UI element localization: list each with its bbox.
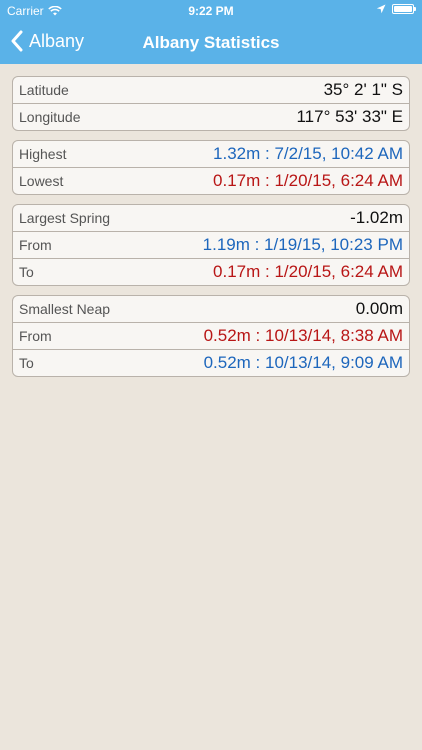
largest-spring-from-row: From 1.19m : 1/19/15, 10:23 PM	[13, 232, 409, 259]
longitude-row: Longitude 117° 53' 33" E	[13, 104, 409, 130]
longitude-value: 117° 53' 33" E	[296, 107, 403, 126]
smallest-neap-group: Smallest Neap 0.00m From 0.52m : 10/13/1…	[12, 295, 410, 377]
latitude-label: Latitude	[19, 82, 69, 98]
largest-spring-to-label: To	[19, 264, 34, 280]
smallest-neap-from-row: From 0.52m : 10/13/14, 8:38 AM	[13, 323, 409, 350]
largest-spring-label: Largest Spring	[19, 210, 111, 226]
smallest-neap-to-value: 0.52m : 10/13/14, 9:09 AM	[203, 353, 403, 372]
status-time: 9:22 PM	[188, 4, 234, 18]
smallest-neap-value: 0.00m	[355, 299, 403, 318]
largest-spring-from-value: 1.19m : 1/19/15, 10:23 PM	[202, 235, 403, 254]
battery-icon	[392, 4, 416, 14]
smallest-neap-to-row: To 0.52m : 10/13/14, 9:09 AM	[13, 350, 409, 376]
largest-spring-row: Largest Spring -1.02m	[13, 205, 409, 232]
latitude-value: 35° 2' 1" S	[323, 80, 403, 99]
location-arrow-icon	[376, 4, 386, 14]
extremes-group: Highest 1.32m : 7/2/15, 10:42 AM Lowest …	[12, 140, 410, 195]
right-status	[376, 4, 416, 14]
status-bar: Carrier 9:22 PM	[0, 0, 422, 22]
location-group: Latitude 35° 2' 1" S Longitude 117° 53' …	[12, 76, 410, 131]
smallest-neap-label: Smallest Neap	[19, 301, 111, 317]
smallest-neap-from-label: From	[19, 328, 52, 344]
smallest-neap-to-label: To	[19, 355, 34, 371]
lowest-label: Lowest	[19, 173, 64, 189]
longitude-label: Longitude	[19, 109, 81, 125]
highest-value: 1.32m : 7/2/15, 10:42 AM	[213, 144, 403, 163]
lowest-row: Lowest 0.17m : 1/20/15, 6:24 AM	[13, 168, 409, 194]
largest-spring-to-row: To 0.17m : 1/20/15, 6:24 AM	[13, 259, 409, 285]
page-title: Albany Statistics	[142, 33, 280, 52]
lowest-value: 0.17m : 1/20/15, 6:24 AM	[213, 171, 403, 190]
largest-spring-value: -1.02m	[350, 208, 403, 227]
navigation-bar: Albany Albany Statistics	[0, 22, 422, 64]
latitude-row: Latitude 35° 2' 1" S	[13, 77, 409, 104]
header: Carrier 9:22 PM Albany Albany Statistics	[0, 0, 422, 64]
smallest-neap-row: Smallest Neap 0.00m	[13, 296, 409, 323]
highest-row: Highest 1.32m : 7/2/15, 10:42 AM	[13, 141, 409, 168]
largest-spring-group: Largest Spring -1.02m From 1.19m : 1/19/…	[12, 204, 410, 286]
highest-label: Highest	[19, 146, 67, 162]
smallest-neap-from-value: 0.52m : 10/13/14, 8:38 AM	[203, 326, 403, 345]
largest-spring-from-label: From	[19, 237, 52, 253]
largest-spring-to-value: 0.17m : 1/20/15, 6:24 AM	[213, 262, 403, 281]
